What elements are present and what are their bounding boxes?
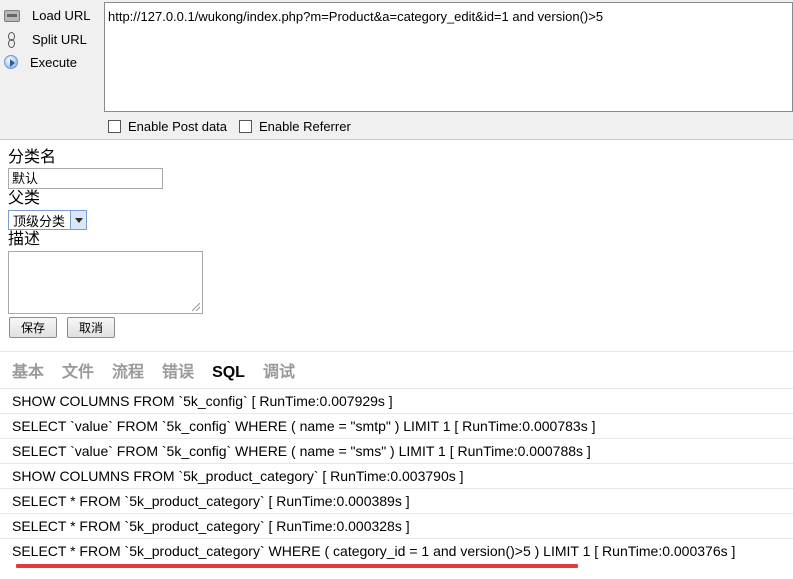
parent-category-value: 顶级分类 — [13, 213, 66, 229]
parent-category-label: 父类 — [8, 190, 41, 207]
description-label: 描述 — [8, 231, 41, 248]
parent-category-select[interactable]: 顶级分类 — [8, 210, 87, 230]
enable-referrer-label: Enable Referrer — [259, 119, 351, 134]
tab-basic[interactable]: 基本 — [12, 363, 44, 383]
enable-post-checkbox[interactable]: Enable Post data — [108, 119, 227, 134]
category-name-input[interactable]: 默认 — [8, 168, 163, 189]
sql-trace-list: SHOW COLUMNS FROM `5k_config` [ RunTime:… — [0, 388, 793, 563]
url-textarea[interactable]: http://127.0.0.1/wukong/index.php?m=Prod… — [104, 2, 793, 112]
resize-grip-icon[interactable] — [192, 303, 200, 311]
sql-trace-row: SHOW COLUMNS FROM `5k_product_category` … — [0, 463, 793, 488]
tab-debug[interactable]: 调试 — [263, 363, 295, 383]
split-url-label: Split URL — [32, 31, 87, 47]
save-button[interactable]: 保存 — [9, 317, 57, 338]
sql-trace-row: SELECT `value` FROM `5k_config` WHERE ( … — [0, 413, 793, 438]
sql-trace-row: SELECT * FROM `5k_product_category` WHER… — [0, 538, 793, 563]
tab-errors[interactable]: 错误 — [162, 363, 194, 383]
divider — [0, 351, 793, 352]
execute-label: Execute — [30, 54, 77, 70]
tab-files[interactable]: 文件 — [62, 363, 94, 383]
load-url-icon — [4, 10, 20, 22]
tab-sql[interactable]: SQL — [212, 363, 245, 383]
enable-referrer-checkbox[interactable]: Enable Referrer — [239, 119, 351, 134]
sql-trace-row: SELECT * FROM `5k_product_category` [ Ru… — [0, 513, 793, 538]
highlight-underline — [16, 564, 578, 568]
checkbox-box[interactable] — [108, 120, 121, 133]
sql-trace-row: SHOW COLUMNS FROM `5k_config` [ RunTime:… — [0, 388, 793, 413]
hackbar-toolbar: Load URL Split URL Execute http://127.0.… — [0, 0, 793, 140]
trace-tabs: 基本 文件 流程 错误 SQL 调试 — [12, 363, 313, 383]
load-url-label: Load URL — [32, 7, 91, 23]
enable-post-label: Enable Post data — [128, 119, 228, 134]
sql-trace-row: SELECT `value` FROM `5k_config` WHERE ( … — [0, 438, 793, 463]
scissors-icon — [4, 31, 20, 48]
play-icon — [4, 55, 18, 69]
execute-button[interactable]: Execute — [4, 52, 77, 72]
chevron-down-icon[interactable] — [70, 211, 86, 229]
cancel-button[interactable]: 取消 — [67, 317, 115, 338]
sql-trace-row: SELECT * FROM `5k_product_category` [ Ru… — [0, 488, 793, 513]
split-url-button[interactable]: Split URL — [4, 29, 87, 49]
category-name-label: 分类名 — [8, 149, 57, 166]
tab-flow[interactable]: 流程 — [112, 363, 144, 383]
description-textarea[interactable] — [8, 251, 203, 314]
load-url-button[interactable]: Load URL — [4, 5, 91, 25]
checkbox-box[interactable] — [239, 120, 252, 133]
